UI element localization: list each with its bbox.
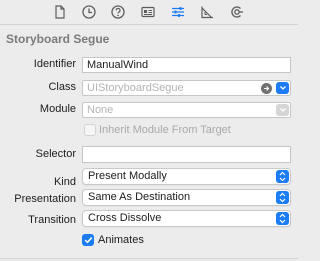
section-title: Storyboard Segue xyxy=(6,32,110,46)
inspector-toolbar xyxy=(0,0,298,24)
chevron-down-icon[interactable] xyxy=(276,104,289,116)
selector-field[interactable] xyxy=(82,146,291,163)
connections-inspector-icon[interactable] xyxy=(229,4,245,20)
kind-popup[interactable]: Present Modally xyxy=(82,168,291,185)
presentation-label: Presentation xyxy=(14,193,76,205)
history-inspector-icon[interactable] xyxy=(81,4,97,20)
checkmark-icon xyxy=(84,236,92,244)
animates-checkbox[interactable] xyxy=(82,234,94,246)
class-label: Class xyxy=(48,81,76,93)
inherit-module-checkbox[interactable] xyxy=(84,124,96,136)
module-combobox[interactable]: None xyxy=(82,102,291,118)
stepper-arrows-icon xyxy=(276,191,289,204)
stepper-arrows-icon xyxy=(276,212,289,225)
class-combobox[interactable]: UIStoryboardSegue xyxy=(82,80,291,96)
size-inspector-icon[interactable] xyxy=(199,4,215,20)
transition-label: Transition xyxy=(28,214,76,226)
chevron-down-icon[interactable] xyxy=(276,82,289,94)
kind-value: Present Modally xyxy=(88,170,167,182)
identity-inspector-icon[interactable] xyxy=(140,4,156,20)
attributes-inspector-icon[interactable] xyxy=(170,4,186,20)
kind-label: Kind xyxy=(53,176,76,188)
module-placeholder: None xyxy=(87,104,114,116)
go-to-class-icon[interactable] xyxy=(261,83,272,94)
file-inspector-icon[interactable] xyxy=(52,4,68,20)
stepper-arrows-icon xyxy=(276,170,289,183)
identifier-label: Identifier xyxy=(33,58,76,70)
animates-label: Animates xyxy=(98,234,144,246)
class-placeholder: UIStoryboardSegue xyxy=(87,82,184,94)
selector-label: Selector xyxy=(35,148,76,160)
identifier-field[interactable]: ManualWind xyxy=(82,57,291,73)
presentation-popup[interactable]: Same As Destination xyxy=(82,189,291,206)
inherit-module-label: Inherit Module From Target xyxy=(99,124,231,136)
quick-help-icon[interactable] xyxy=(110,4,126,20)
transition-value: Cross Dissolve xyxy=(88,212,162,224)
bottom-divider xyxy=(0,258,298,259)
transition-popup[interactable]: Cross Dissolve xyxy=(82,210,291,227)
module-label: Module xyxy=(39,103,76,115)
presentation-value: Same As Destination xyxy=(88,191,191,203)
toolbar-divider xyxy=(0,24,298,25)
